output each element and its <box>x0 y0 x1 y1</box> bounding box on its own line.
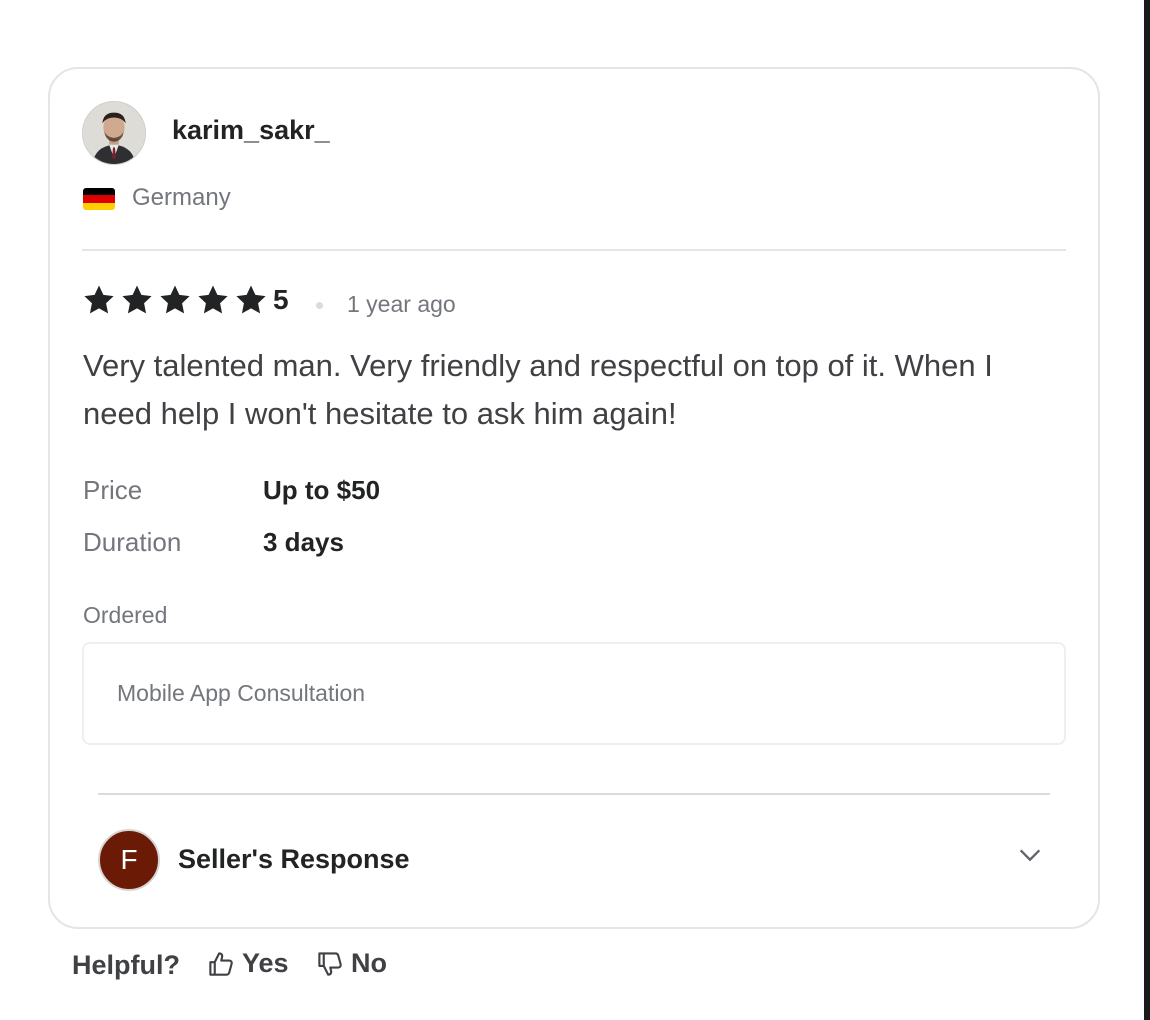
star-icon <box>122 285 152 314</box>
star-rating <box>82 283 268 317</box>
ordered-item-box[interactable]: Mobile App Consultation <box>82 642 1066 745</box>
thumbs-down-icon <box>318 951 342 976</box>
price-value: Up to $50 <box>263 475 381 505</box>
thumbs-up-icon <box>209 951 233 976</box>
price-label: Price <box>83 475 143 505</box>
reviewer-avatar[interactable] <box>82 101 146 165</box>
seller-avatar: F <box>98 829 160 891</box>
duration-label: Duration <box>83 527 182 557</box>
duration-value: 3 days <box>263 527 344 557</box>
star-icon <box>236 285 266 314</box>
review-card: karim_sakr_ Germany 5 1 year ago Very ta… <box>48 67 1100 929</box>
review-time: 1 year ago <box>347 291 456 317</box>
reviewer-username[interactable]: karim_sakr_ <box>172 115 330 146</box>
seller-response-toggle[interactable]: Seller's Response <box>178 844 410 875</box>
star-icon <box>84 285 114 314</box>
divider <box>98 793 1050 795</box>
divider <box>82 249 1066 251</box>
helpful-no-label: No <box>351 948 387 978</box>
helpful-yes-button[interactable]: Yes <box>206 948 289 979</box>
helpful-yes-label: Yes <box>242 948 289 978</box>
separator-dot <box>316 302 323 309</box>
rating-value: 5 <box>273 284 289 315</box>
star-icon <box>160 285 190 314</box>
germany-flag-icon <box>83 188 115 210</box>
helpful-question: Helpful? <box>72 950 180 980</box>
chevron-down-icon[interactable] <box>1016 841 1044 869</box>
helpful-no-button[interactable]: No <box>315 948 387 979</box>
ordered-label: Ordered <box>83 602 168 628</box>
review-text: Very talented man. Very friendly and res… <box>83 348 993 431</box>
window-edge <box>1144 0 1150 1020</box>
ordered-item-name: Mobile App Consultation <box>117 680 366 706</box>
reviewer-country: Germany <box>132 184 231 211</box>
star-icon <box>198 285 228 314</box>
